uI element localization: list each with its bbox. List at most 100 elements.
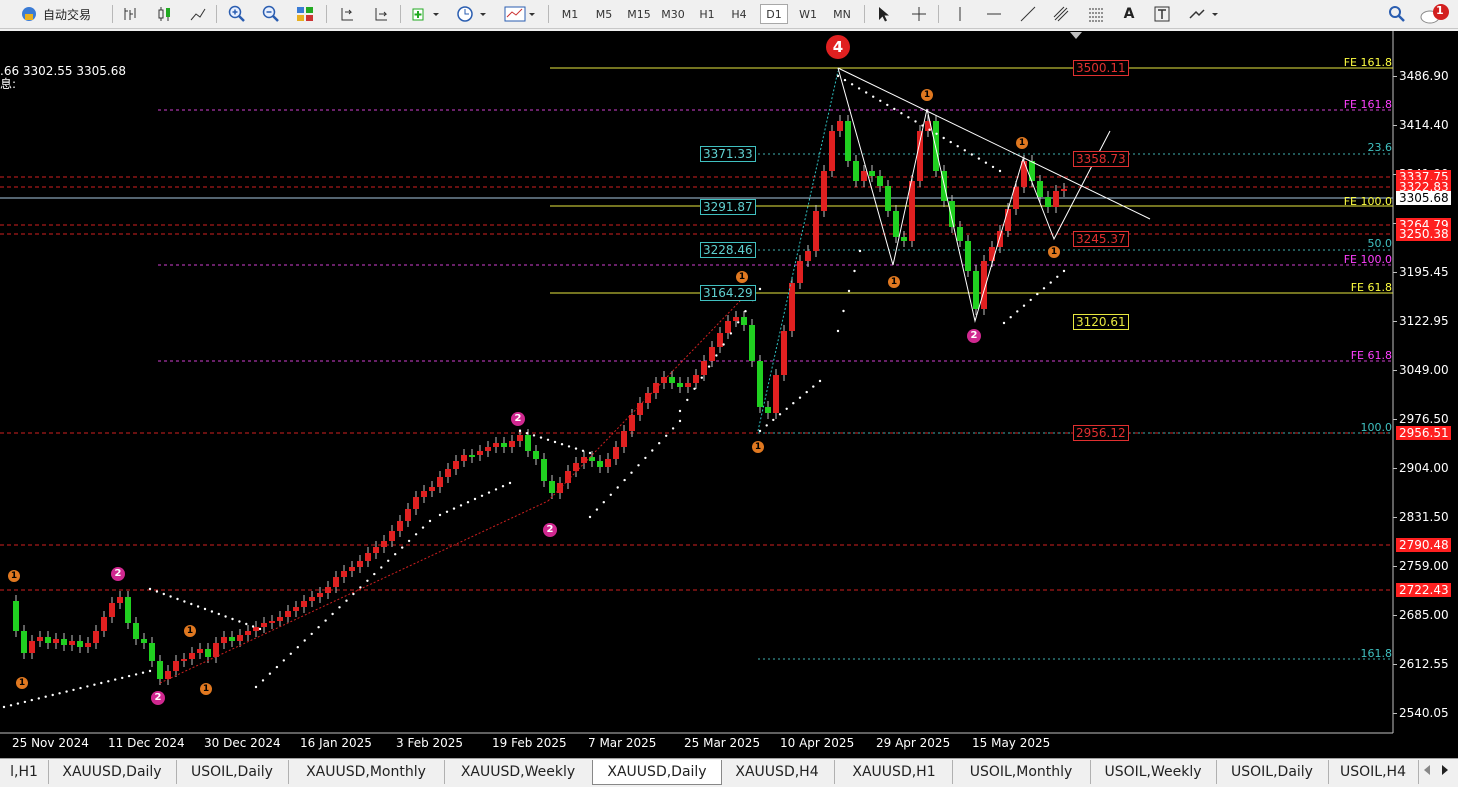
tf-w1[interactable]: W1 <box>794 4 822 24</box>
candle-body <box>605 459 611 467</box>
chart-tab[interactable]: XAUUSD,Weekly <box>444 760 593 784</box>
chart-tab[interactable]: XAUUSD,H4 <box>720 760 835 784</box>
auto-trading-button[interactable]: 自动交易 <box>6 3 104 25</box>
chart-shift-icon[interactable] <box>334 3 360 25</box>
wave-1-marker: 1 <box>184 625 196 637</box>
sar-dot <box>401 546 404 549</box>
candle-body <box>1037 181 1043 197</box>
candle-body <box>813 211 819 251</box>
search-icon[interactable] <box>1384 3 1410 25</box>
tab-scroll-right-icon[interactable] <box>1442 765 1448 775</box>
sar-dot <box>224 615 227 618</box>
candle-body <box>693 375 699 383</box>
tf-h4[interactable]: H4 <box>726 4 752 24</box>
date-axis-label: 19 Feb 2025 <box>492 736 567 750</box>
indicators-dropdown[interactable] <box>408 3 444 25</box>
candle-body <box>829 131 835 171</box>
candle-body <box>957 227 963 241</box>
sar-dot <box>473 497 477 501</box>
line-chart-icon[interactable] <box>186 3 210 25</box>
sar-dot <box>51 693 54 697</box>
candle-body <box>125 597 131 623</box>
price-chart[interactable]: .66 3302.55 3305.68 息: 4 1 1 1 1 1 1 1 1 1 1 2 2 2 2 2… <box>0 31 1458 758</box>
candle-body <box>421 491 427 497</box>
price-axis-tick <box>1393 76 1397 77</box>
sar-dot <box>1002 321 1006 325</box>
chart-tab[interactable]: USOIL,H4 <box>1328 760 1419 784</box>
trendline-icon[interactable] <box>1016 3 1040 25</box>
chart-tab[interactable]: USOIL,Weekly <box>1090 760 1217 784</box>
arrows-dropdown[interactable] <box>1184 3 1224 25</box>
sar-dot <box>107 680 110 683</box>
chart-tab[interactable]: USOIL,Daily <box>176 760 289 784</box>
candle-body <box>61 639 67 645</box>
candle-body <box>85 643 91 647</box>
sar-dot <box>1009 316 1012 319</box>
vertical-line-icon[interactable] <box>948 3 972 25</box>
zoom-out-icon[interactable] <box>258 3 284 25</box>
chart-tab[interactable]: XAUUSD,H1 <box>836 760 953 784</box>
sar-dot <box>238 620 241 623</box>
periods-dropdown[interactable] <box>452 3 492 25</box>
tab-scroll-left-icon[interactable] <box>1424 765 1430 775</box>
tf-h1[interactable]: H1 <box>694 4 720 24</box>
sar-dot <box>935 132 938 135</box>
tf-d1[interactable]: D1 <box>760 4 788 24</box>
chart-tab[interactable]: XAUUSD,Monthly <box>288 760 445 784</box>
tf-m1[interactable]: M1 <box>556 4 584 24</box>
sar-dot <box>414 533 418 536</box>
price-axis-label: 2831.50 <box>1399 510 1449 524</box>
sar-dot <box>671 427 675 430</box>
channel-icon[interactable] <box>1048 3 1074 25</box>
candle-body <box>877 176 883 186</box>
horizontal-line-icon[interactable] <box>982 3 1006 25</box>
wave-2-marker: 2 <box>511 412 525 426</box>
chart-tab[interactable]: USOIL,Daily <box>1216 760 1329 784</box>
sar-dot <box>772 418 775 422</box>
level-label: 3500.11 <box>1073 60 1129 76</box>
text-label-icon[interactable] <box>1150 3 1174 25</box>
autoscroll-icon[interactable] <box>368 3 394 25</box>
chart-tab[interactable]: l,H1 <box>0 760 49 784</box>
tf-m15[interactable]: M15 <box>624 4 654 24</box>
tile-windows-icon[interactable] <box>292 3 318 25</box>
sar-dot <box>928 128 931 131</box>
retracement-label: 3371.33 <box>700 146 756 162</box>
text-tool-icon[interactable]: A <box>1118 3 1140 25</box>
sar-dot <box>23 700 27 704</box>
candle-body <box>437 477 443 487</box>
sar-dot <box>879 99 882 103</box>
candle-body <box>949 201 955 227</box>
tf-m5[interactable]: M5 <box>590 4 618 24</box>
bar-chart-icon[interactable] <box>118 3 142 25</box>
crosshair-icon[interactable] <box>906 3 932 25</box>
fibonacci-icon[interactable] <box>1084 3 1108 25</box>
tf-mn[interactable]: MN <box>828 4 856 24</box>
candle-body <box>205 649 211 657</box>
sar-dot <box>984 161 988 164</box>
price-axis-tick <box>1393 713 1397 714</box>
sar-dot <box>850 83 854 86</box>
chart-tab[interactable]: USOIL,Monthly <box>952 760 1091 784</box>
candle-body <box>165 671 171 679</box>
templates-dropdown[interactable] <box>500 3 540 25</box>
candlestick-icon[interactable] <box>152 3 176 25</box>
sar-dot <box>588 451 592 455</box>
price-tag: 2956.51 <box>1396 426 1451 440</box>
notifications-button[interactable]: 1 <box>1418 3 1454 25</box>
wave-1-marker: 1 <box>736 271 748 283</box>
sar-dot <box>525 432 529 435</box>
sar-dot <box>812 385 815 388</box>
candle-body <box>797 261 803 283</box>
zoom-in-icon[interactable] <box>224 3 250 25</box>
sar-dot <box>16 702 20 705</box>
chart-tab[interactable]: XAUUSD,Daily <box>592 760 722 785</box>
tf-m30[interactable]: M30 <box>658 4 688 24</box>
cursor-icon[interactable] <box>872 3 896 25</box>
chart-tab[interactable]: XAUUSD,Daily <box>48 760 177 784</box>
sar-dot <box>380 566 383 569</box>
candle-body <box>1005 209 1011 231</box>
candle-body <box>989 247 995 261</box>
candle-body <box>501 443 507 447</box>
candle-body <box>221 637 227 643</box>
